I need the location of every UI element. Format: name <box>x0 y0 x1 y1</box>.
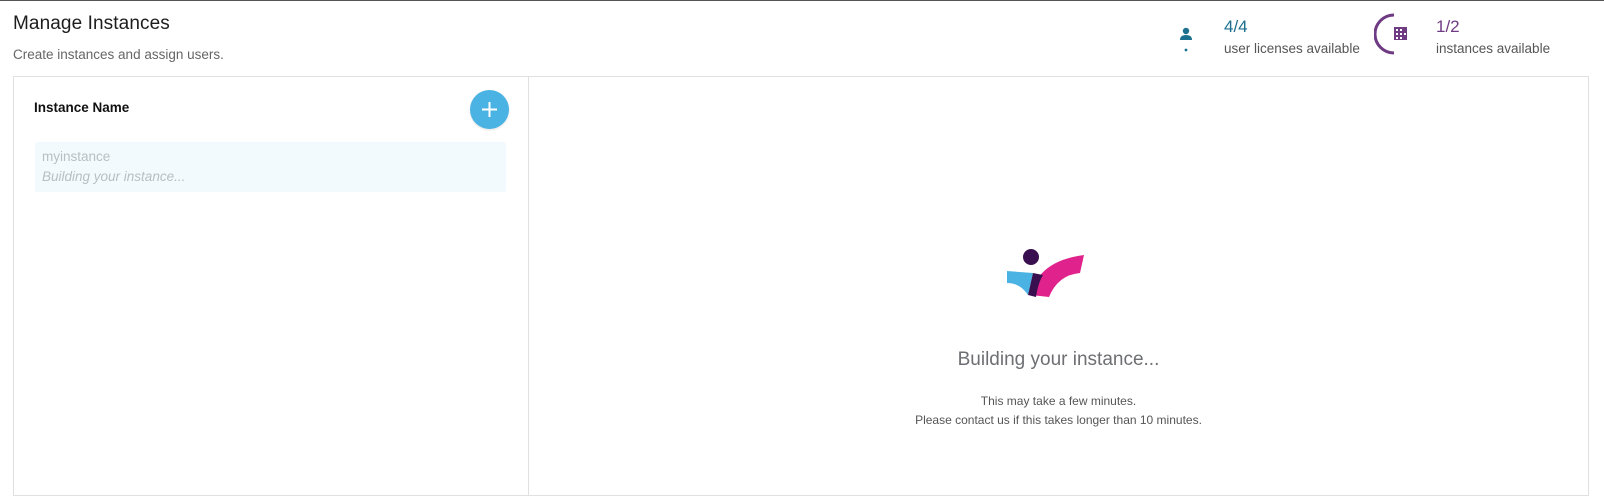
instance-status: Building your instance... <box>42 169 186 184</box>
instances-label: instances available <box>1436 41 1551 56</box>
user-licenses-stat: 4/4 user licenses available <box>1168 11 1368 63</box>
list-item[interactable]: myinstance Building your instance... <box>35 142 506 192</box>
user-licenses-count: 4/4 <box>1224 17 1248 36</box>
plus-icon <box>482 102 497 117</box>
instance-detail-panel: Building your instance... This may take … <box>529 77 1588 495</box>
building-icon <box>1373 13 1410 55</box>
instances-panel: Instance Name myinstance Building your i… <box>13 76 1589 496</box>
add-instance-button[interactable] <box>470 90 509 129</box>
page-subtitle: Create instances and assign users. <box>13 47 224 62</box>
person-icon <box>1168 13 1204 55</box>
instance-name: myinstance <box>42 149 111 164</box>
user-licenses-label: user licenses available <box>1224 41 1360 56</box>
brand-logo <box>1007 249 1084 297</box>
building-message-line-1: This may take a few minutes. <box>980 394 1137 408</box>
page-title: Manage Instances <box>13 13 170 34</box>
instance-list-panel: Instance Name myinstance Building your i… <box>14 77 529 495</box>
building-message-line-2: Please contact us if this takes longer t… <box>915 413 1202 427</box>
instance-list-header: Instance Name <box>34 100 130 115</box>
building-title: Building your instance... <box>957 349 1160 370</box>
instances-stat: 1/2 instances available <box>1373 11 1574 63</box>
instances-count: 1/2 <box>1436 17 1460 36</box>
